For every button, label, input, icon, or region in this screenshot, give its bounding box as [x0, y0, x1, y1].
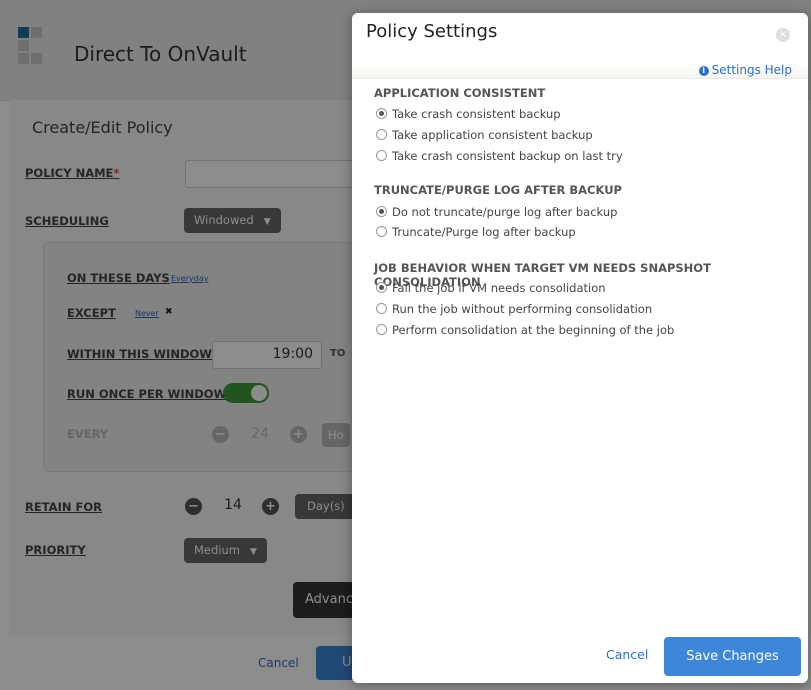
policy-settings-modal: Policy Settings × i Settings Help APPLICA…	[352, 13, 808, 683]
radio-option[interactable]: Fail the job if VM needs consolidation	[376, 281, 606, 295]
radio-option[interactable]: Take crash consistent backup	[376, 107, 561, 121]
radio-option[interactable]: Run the job without performing consolida…	[376, 302, 652, 316]
radio-selected-icon	[376, 108, 387, 119]
radio-icon	[376, 303, 387, 314]
radio-selected-icon	[376, 282, 387, 293]
radio-icon	[376, 150, 387, 161]
modal-header: Policy Settings × i Settings Help	[352, 13, 808, 79]
close-icon[interactable]: ×	[776, 28, 790, 42]
radio-icon	[376, 324, 387, 335]
settings-help-link[interactable]: i Settings Help	[698, 63, 792, 77]
modal-title: Policy Settings	[366, 21, 498, 42]
save-changes-button[interactable]: Save Changes	[664, 637, 801, 676]
radio-option[interactable]: Do not truncate/purge log after backup	[376, 205, 617, 219]
info-icon: i	[698, 66, 709, 76]
radio-option[interactable]: Perform consolidation at the beginning o…	[376, 323, 674, 337]
radio-option[interactable]: Take application consistent backup	[376, 128, 593, 142]
radio-option[interactable]: Truncate/Purge log after backup	[376, 225, 576, 239]
radio-icon	[376, 129, 387, 140]
section-heading: TRUNCATE/PURGE LOG AFTER BACKUP	[374, 183, 622, 197]
radio-selected-icon	[376, 206, 387, 217]
section-heading: APPLICATION CONSISTENT	[374, 86, 546, 100]
radio-option[interactable]: Take crash consistent backup on last try	[376, 149, 623, 163]
cancel-button[interactable]: Cancel	[606, 647, 648, 662]
radio-icon	[376, 226, 387, 237]
